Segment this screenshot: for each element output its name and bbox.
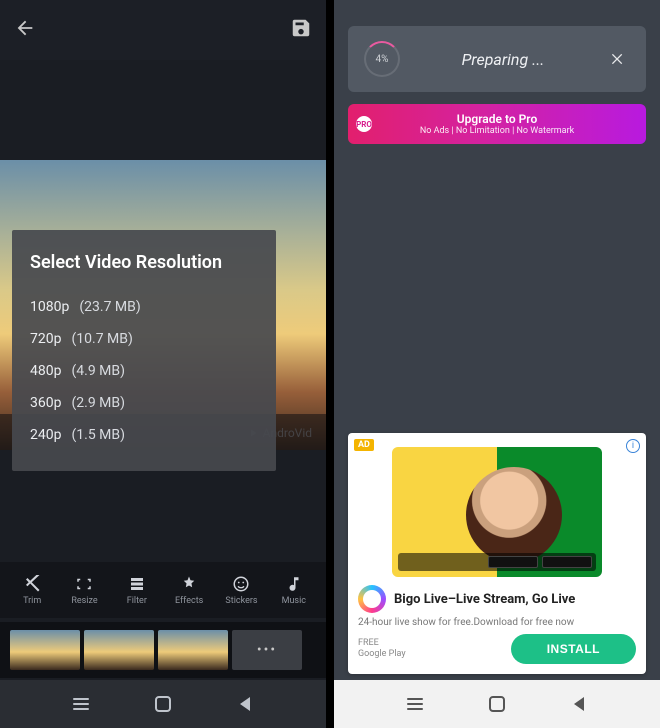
- timeline-thumb[interactable]: [158, 630, 228, 670]
- home-button[interactable]: [485, 692, 509, 716]
- install-button[interactable]: INSTALL: [511, 634, 636, 664]
- right-screen: 4% Preparing ... PRO Upgrade to Pro No A…: [334, 0, 660, 728]
- ad-description: 24-hour live show for free.Download for …: [358, 617, 636, 628]
- back-button[interactable]: [567, 692, 591, 716]
- ad-info-icon[interactable]: i: [626, 439, 640, 453]
- resolution-option[interactable]: 480p(4.9 MB): [30, 355, 258, 387]
- ad-hero-image[interactable]: [392, 447, 602, 577]
- left-screen: AndroVid Select Video Resolution 1080p(2…: [0, 0, 326, 728]
- upgrade-subtitle: No Ads | No Limitation | No Watermark: [420, 126, 574, 136]
- store-badge: [542, 556, 592, 568]
- resolution-option[interactable]: 240p(1.5 MB): [30, 419, 258, 451]
- dialog-title: Select Video Resolution: [30, 252, 258, 273]
- ad-store-badges: [398, 553, 596, 571]
- timeline-thumbnails[interactable]: •••: [0, 622, 326, 678]
- ad-label: AD: [354, 439, 374, 451]
- ad-person-image: [466, 467, 562, 563]
- progress-percent: 4%: [376, 54, 389, 65]
- system-navbar: [0, 680, 326, 728]
- pro-badge-icon: PRO: [356, 116, 372, 132]
- progress-card: 4% Preparing ...: [348, 26, 646, 92]
- resolution-option[interactable]: 1080p(23.7 MB): [30, 291, 258, 323]
- resolution-dialog: Select Video Resolution 1080p(23.7 MB) 7…: [12, 230, 276, 471]
- ad-meta: FREE Google Play: [358, 638, 406, 660]
- recents-button[interactable]: [403, 692, 427, 716]
- progress-status: Preparing ...: [414, 50, 592, 69]
- close-icon[interactable]: [606, 47, 630, 71]
- back-button[interactable]: [233, 692, 257, 716]
- recents-button[interactable]: [69, 692, 93, 716]
- resolution-option[interactable]: 720p(10.7 MB): [30, 323, 258, 355]
- ad-card: AD i Bigo Live–Live Stream, Go Live 24-h…: [348, 433, 646, 674]
- upgrade-title: Upgrade to Pro: [457, 112, 538, 126]
- progress-ring: 4%: [364, 41, 400, 77]
- resolution-option[interactable]: 360p(2.9 MB): [30, 387, 258, 419]
- tool-effects[interactable]: Effects: [163, 562, 215, 618]
- toolbar: Trim Resize Filter Effects Stickers Musi…: [0, 562, 326, 618]
- store-badge: [488, 556, 538, 568]
- system-navbar: [334, 680, 660, 728]
- ad-app-logo: [358, 585, 386, 613]
- save-icon[interactable]: [290, 17, 312, 43]
- timeline-more[interactable]: •••: [232, 630, 302, 670]
- screen-separator: [326, 0, 334, 728]
- ad-title: Bigo Live–Live Stream, Go Live: [394, 592, 575, 607]
- resolution-list: 1080p(23.7 MB) 720p(10.7 MB) 480p(4.9 MB…: [30, 291, 258, 451]
- tool-filter[interactable]: Filter: [111, 562, 163, 618]
- tool-resize[interactable]: Resize: [58, 562, 110, 618]
- home-button[interactable]: [151, 692, 175, 716]
- upgrade-banner[interactable]: PRO Upgrade to Pro No Ads | No Limitatio…: [348, 104, 646, 144]
- tool-trim[interactable]: Trim: [6, 562, 58, 618]
- timeline-thumb[interactable]: [84, 630, 154, 670]
- app-topbar: [0, 0, 326, 60]
- back-icon[interactable]: [14, 17, 36, 43]
- tool-music[interactable]: Music: [268, 562, 320, 618]
- timeline-thumb[interactable]: [10, 630, 80, 670]
- tool-stickers[interactable]: Stickers: [215, 562, 267, 618]
